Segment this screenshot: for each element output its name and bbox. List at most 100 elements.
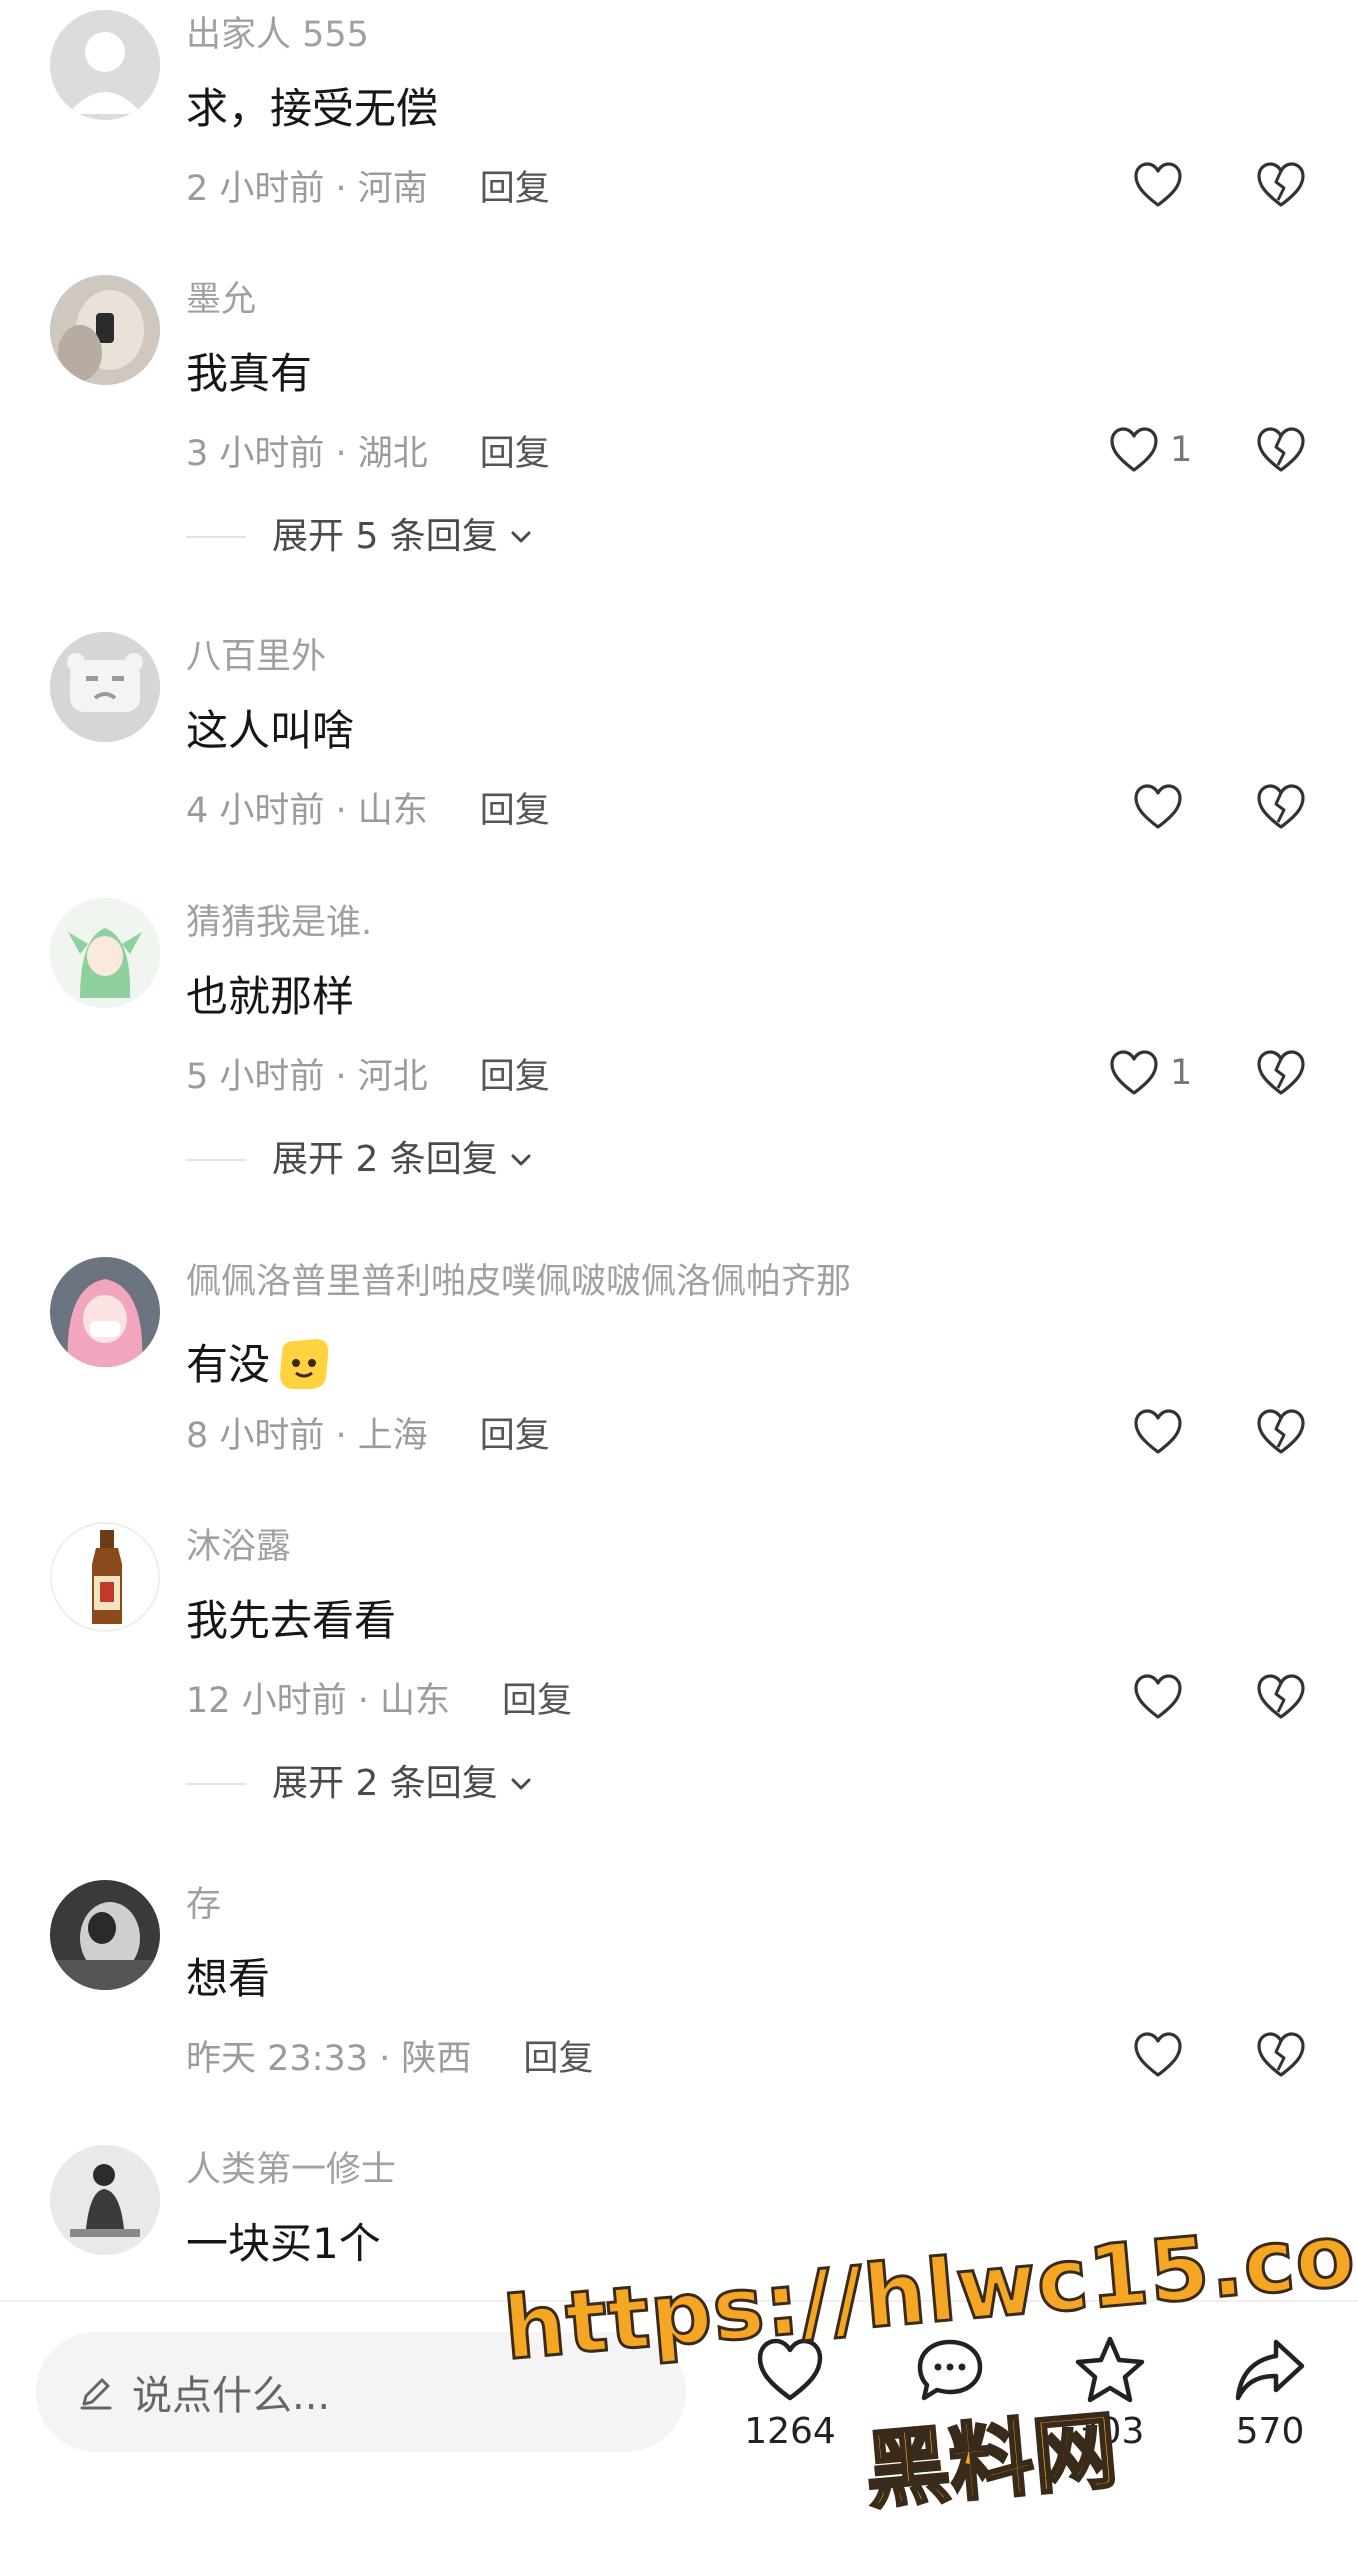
expand-replies-button[interactable]: 展开 2 条回复 <box>186 1142 536 1178</box>
broken-heart-icon <box>1257 784 1305 829</box>
dislike-button[interactable] <box>1255 1662 1307 1732</box>
bottle-avatar-icon <box>52 1524 158 1630</box>
comment-text: 我真有 <box>186 349 313 398</box>
time-location: 4 小时前 · 山东 <box>186 791 428 831</box>
avatar[interactable] <box>50 2145 160 2255</box>
person-photo-avatar-icon <box>50 2145 160 2255</box>
reply-button[interactable]: 回复 <box>480 1419 550 1454</box>
time-location: 8 小时前 · 上海 <box>186 1416 428 1456</box>
like-total: 1264 <box>744 2411 836 2452</box>
like-button[interactable] <box>1132 2020 1184 2090</box>
share-total: 570 <box>1235 2411 1305 2452</box>
expand-replies-label: 展开 2 条回复 <box>272 1763 498 1804</box>
comment-meta: 3 小时前 · 湖北 回复 <box>186 437 550 472</box>
time-location: 3 小时前 · 湖北 <box>186 434 428 474</box>
like-count: 1 <box>1170 1053 1193 1093</box>
avatar[interactable] <box>50 1257 160 1367</box>
username[interactable]: 猜猜我是谁. <box>186 906 372 941</box>
reply-button[interactable]: 回复 <box>480 172 550 207</box>
anime-pink-avatar-icon <box>50 1257 160 1367</box>
share-icon <box>1235 2339 1305 2401</box>
broken-heart-icon <box>1257 1050 1305 1095</box>
avatar[interactable] <box>50 632 160 742</box>
comment-text: 一块买1个 <box>186 2219 381 2268</box>
like-button[interactable] <box>1132 1662 1184 1732</box>
smiling-face-emoji-icon <box>280 1339 329 1389</box>
comment-meta: 5 小时前 · 河北 回复 <box>186 1060 550 1095</box>
expand-replies-label: 展开 2 条回复 <box>272 1139 498 1180</box>
reply-button[interactable]: 回复 <box>480 794 550 829</box>
time-location: 昨天 23:33 · 陕西 <box>186 2039 472 2079</box>
comment-meta: 4 小时前 · 山东 回复 <box>186 794 550 829</box>
username[interactable]: 八百里外 <box>186 640 326 675</box>
comment-text: 想看 <box>186 1954 271 2003</box>
heart-icon <box>1134 162 1182 207</box>
dislike-button[interactable] <box>1255 415 1307 485</box>
username[interactable]: 存 <box>186 1888 221 1923</box>
comment-page: 出家人 555 求，接受无偿 2 小时前 · 河南 回复 墨允 我真有 3 小时… <box>0 0 1358 2560</box>
time-location: 12 小时前 · 山东 <box>186 1681 451 1721</box>
avatar[interactable] <box>50 10 160 120</box>
comment-text: 这人叫啥 <box>186 706 355 755</box>
expand-replies-button[interactable]: 展开 2 条回复 <box>186 1766 536 1802</box>
divider <box>186 1783 246 1785</box>
heart-icon <box>1134 1674 1182 1719</box>
dislike-button[interactable] <box>1255 1038 1307 1108</box>
divider <box>186 536 246 538</box>
dislike-button[interactable] <box>1255 150 1307 220</box>
comment-input-placeholder: 说点什么... <box>132 2373 331 2419</box>
heart-icon <box>1134 784 1182 829</box>
heart-icon <box>1134 1409 1182 1454</box>
expand-replies-label: 展开 5 条回复 <box>272 516 498 557</box>
expand-replies-button[interactable]: 展开 5 条回复 <box>186 519 536 555</box>
comment-meta: 昨天 23:33 · 陕西 回复 <box>186 2042 593 2077</box>
avatar[interactable] <box>50 275 160 385</box>
heart-icon <box>1110 427 1158 472</box>
comment-text: 我先去看看 <box>186 1596 397 1645</box>
pencil-icon <box>80 2378 112 2410</box>
like-button[interactable] <box>1132 772 1184 842</box>
comment-meta: 12 小时前 · 山东 回复 <box>186 1684 572 1719</box>
reply-button[interactable]: 回复 <box>523 2042 593 2077</box>
time-location: 5 小时前 · 河北 <box>186 1057 428 1097</box>
avatar[interactable] <box>50 1880 160 1990</box>
broken-heart-icon <box>1257 162 1305 207</box>
comment-text: 也就那样 <box>186 972 355 1021</box>
dislike-button[interactable] <box>1255 1397 1307 1467</box>
like-button[interactable]: 1 <box>1108 415 1192 485</box>
dislike-button[interactable] <box>1255 2020 1307 2090</box>
photo-avatar-icon <box>50 275 160 385</box>
anime-avatar-icon <box>50 898 160 1008</box>
like-button[interactable]: 1 <box>1108 1038 1192 1108</box>
broken-heart-icon <box>1257 427 1305 472</box>
reply-button[interactable]: 回复 <box>480 1060 550 1095</box>
avatar[interactable] <box>50 1522 160 1632</box>
comment-meta: 8 小时前 · 上海 回复 <box>186 1419 550 1454</box>
like-button[interactable] <box>1132 150 1184 220</box>
comment-meta: 2 小时前 · 河南 回复 <box>186 172 550 207</box>
avatar[interactable] <box>50 898 160 1008</box>
username[interactable]: 佩佩洛普里普利啪皮噗佩啵啵佩洛佩帕齐那 <box>186 1265 851 1300</box>
username[interactable]: 人类第一修士 <box>186 2153 396 2188</box>
time-location: 2 小时前 · 河南 <box>186 169 428 209</box>
reply-button[interactable]: 回复 <box>502 1684 572 1719</box>
share-action-button[interactable]: 570 <box>1195 2332 1345 2450</box>
like-button[interactable] <box>1132 1397 1184 1467</box>
chevron-down-icon <box>511 1154 531 1166</box>
username[interactable]: 沐浴露 <box>186 1530 291 1565</box>
reply-button[interactable]: 回复 <box>480 437 550 472</box>
cartoon-avatar-icon <box>50 632 160 742</box>
watermark-name: 黑料网 <box>860 2399 1123 2522</box>
comment-text: 求，接受无偿 <box>186 84 439 133</box>
default-avatar-icon <box>50 10 160 120</box>
like-count: 1 <box>1170 430 1193 470</box>
broken-heart-icon <box>1257 1409 1305 1454</box>
heart-icon <box>1134 2032 1182 2077</box>
heart-icon <box>1110 1050 1158 1095</box>
chevron-down-icon <box>511 531 531 543</box>
dislike-button[interactable] <box>1255 772 1307 842</box>
comment-text: 有没 <box>186 1335 334 1395</box>
username[interactable]: 出家人 555 <box>186 18 369 53</box>
comment-text-value: 有没 <box>186 1340 271 1389</box>
username[interactable]: 墨允 <box>186 283 256 318</box>
